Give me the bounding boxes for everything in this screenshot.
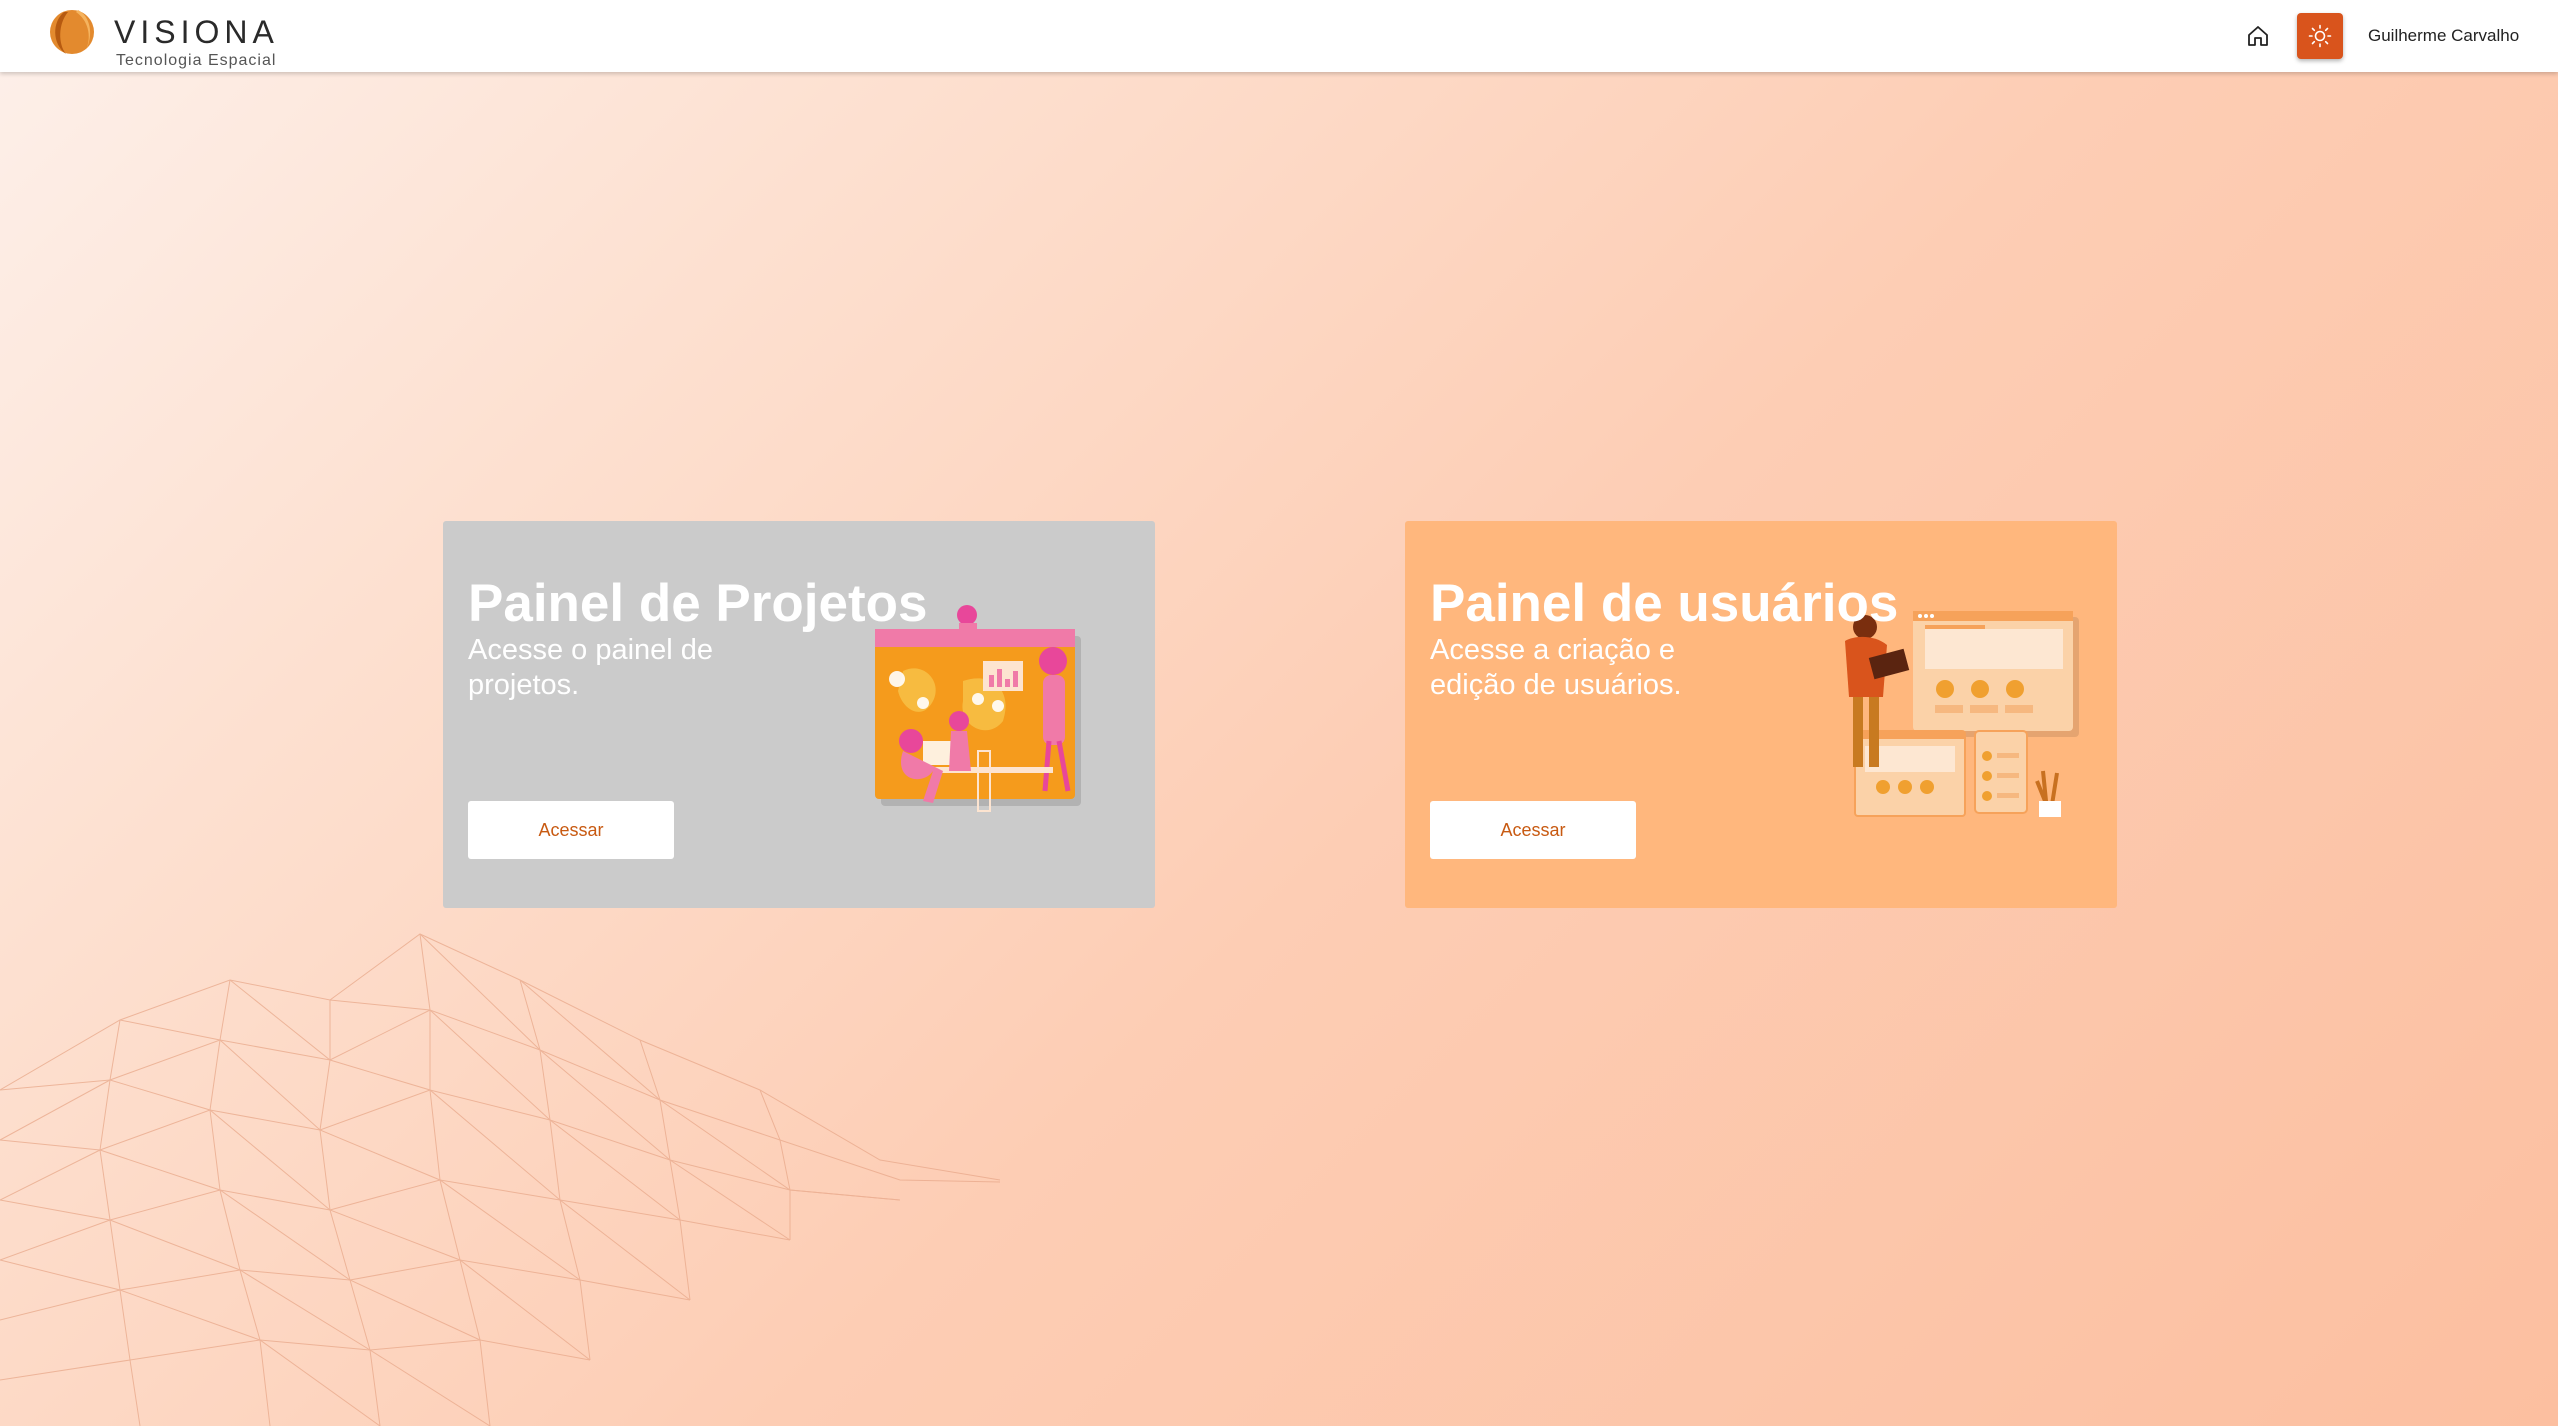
sun-icon — [2308, 24, 2332, 48]
access-users-button[interactable]: Acessar — [1430, 801, 1636, 859]
projects-panel-card: Painel de Projetos Acesse o painel de pr… — [443, 521, 1155, 908]
card-description: Acesse a criação e edição de usuários. — [1430, 634, 1682, 701]
home-icon — [2248, 26, 2268, 46]
card-description: Acesse o painel de projetos. — [468, 634, 714, 701]
home-button[interactable] — [2240, 18, 2276, 54]
top-navigation-bar: VISIONA Tecnologia Espacial Guilherme Ca… — [0, 0, 2558, 72]
terrain-mesh-decoration — [0, 933, 1001, 1426]
visiona-logo-mark — [50, 10, 94, 54]
theme-toggle-button[interactable] — [2297, 13, 2343, 59]
logo-name: VISIONA — [114, 14, 279, 50]
logo-tagline: Tecnologia Espacial — [116, 52, 277, 69]
card-title: Painel de usuários — [1430, 574, 1899, 633]
access-projects-button[interactable]: Acessar — [468, 801, 674, 859]
visiona-logo[interactable]: VISIONA Tecnologia Espacial — [44, 4, 284, 69]
users-panel-card: Painel de usuários Acesse a criação e ed… — [1405, 521, 2117, 908]
card-title: Painel de Projetos — [468, 574, 928, 633]
users-illustration — [1845, 611, 2079, 817]
user-name-menu[interactable]: Guilherme Carvalho — [2368, 26, 2519, 46]
